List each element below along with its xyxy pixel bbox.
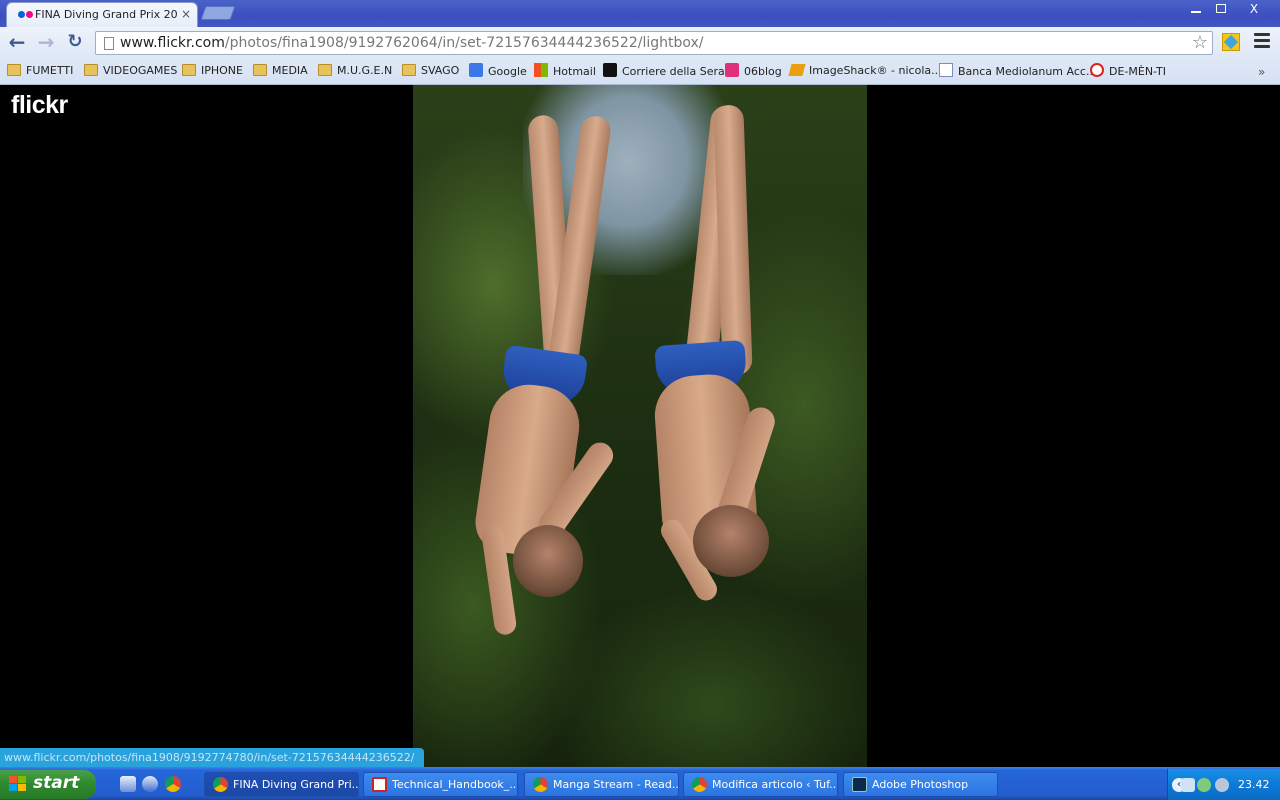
- forbidden-icon: [1090, 63, 1104, 77]
- folder-icon: [402, 64, 416, 76]
- extension-icon[interactable]: [1222, 33, 1240, 51]
- corriere-icon: [603, 63, 617, 77]
- bookmark-mugen[interactable]: M.U.G.E.N: [318, 63, 392, 81]
- menu-icon[interactable]: [1254, 33, 1270, 51]
- tab-active[interactable]: FINA Diving Grand Prix 2013 ×: [6, 2, 198, 27]
- reload-icon[interactable]: ↻: [63, 30, 87, 54]
- taskbar-item-technical-handbook[interactable]: Technical_Handbook_...: [363, 772, 518, 797]
- quicklaunch-chrome-icon[interactable]: [165, 776, 181, 792]
- url-text[interactable]: www.flickr.com/photos/fina1908/919276206…: [120, 35, 704, 51]
- window-restore-button[interactable]: [1209, 0, 1231, 18]
- address-bar[interactable]: www.flickr.com/photos/fina1908/919276206…: [95, 31, 1213, 55]
- folder-icon: [7, 64, 21, 76]
- wireless-icon[interactable]: [1197, 778, 1211, 792]
- browser-title-bar: FINA Diving Grand Prix 2013 × X: [0, 0, 1280, 27]
- bookmark-svago[interactable]: SVAGO: [402, 63, 459, 81]
- bookmarks-overflow-icon[interactable]: »: [1258, 65, 1265, 79]
- forward-arrow-icon[interactable]: →: [34, 30, 58, 54]
- flickr-favicon-icon: [18, 11, 34, 19]
- page-content: flickr: [0, 85, 1280, 767]
- windows-taskbar: start FINA Diving Grand Pri... Technical…: [0, 767, 1280, 800]
- pdf-icon: [372, 777, 387, 792]
- windows-icon: [534, 63, 548, 77]
- bookmark-06blog[interactable]: 06blog: [725, 63, 782, 81]
- new-tab-button[interactable]: [200, 6, 236, 20]
- taskbar-item-photoshop[interactable]: Adobe Photoshop: [843, 772, 998, 797]
- bookmark-hotmail[interactable]: Hotmail: [534, 63, 596, 81]
- taskbar-item-modifica-articolo[interactable]: Modifica articolo ‹ Tuf...: [683, 772, 838, 797]
- system-tray: ‹ 23.42: [1167, 769, 1280, 800]
- bookmark-corriere[interactable]: Corriere della Sera: [603, 63, 725, 81]
- tab-title: FINA Diving Grand Prix 2013: [35, 8, 177, 21]
- browser-toolbar: ← → ↻ www.flickr.com/photos/fina1908/919…: [0, 27, 1280, 58]
- status-url-bubble: www.flickr.com/photos/fina1908/919277478…: [0, 748, 424, 767]
- folder-icon: [318, 64, 332, 76]
- bookmarks-bar: FUMETTI VIDEOGAMES IPHONE MEDIA M.U.G.E.…: [0, 58, 1280, 85]
- chrome-icon: [533, 777, 548, 792]
- bookmark-dementi[interactable]: DE-MÈN-TI: [1090, 63, 1166, 81]
- quicklaunch-ie-icon[interactable]: [142, 776, 158, 792]
- 06blog-icon: [725, 63, 739, 77]
- flickr-logo[interactable]: flickr: [11, 91, 68, 120]
- back-arrow-icon[interactable]: ←: [5, 30, 29, 54]
- imageshack-icon: [788, 64, 806, 76]
- quicklaunch-desktop-icon[interactable]: [120, 776, 136, 792]
- folder-icon: [84, 64, 98, 76]
- mediolanum-icon: [939, 63, 953, 77]
- folder-icon: [182, 64, 196, 76]
- chrome-icon: [213, 777, 228, 792]
- windows-logo-icon: [9, 776, 27, 793]
- tab-close-icon[interactable]: ×: [181, 7, 191, 21]
- page-icon: [104, 37, 114, 50]
- bookmark-mediolanum[interactable]: Banca Mediolanum Acc...: [939, 63, 1096, 81]
- network-icon[interactable]: [1181, 778, 1195, 792]
- window-minimize-button[interactable]: [1185, 0, 1207, 18]
- bookmark-star-icon[interactable]: ☆: [1192, 32, 1208, 53]
- bookmark-google[interactable]: Google: [469, 63, 527, 81]
- window-close-button[interactable]: X: [1233, 0, 1275, 18]
- lightbox-photo[interactable]: [413, 85, 867, 767]
- bookmark-imageshack[interactable]: ImageShack® - nicola...: [788, 63, 942, 81]
- photoshop-icon: [852, 777, 867, 792]
- chrome-icon: [692, 777, 707, 792]
- bookmark-fumetti[interactable]: FUMETTI: [7, 63, 73, 81]
- taskbar-item-manga-stream[interactable]: Manga Stream - Read...: [524, 772, 679, 797]
- start-button[interactable]: start: [0, 770, 96, 799]
- clock[interactable]: 23.42: [1238, 778, 1270, 791]
- bookmark-media[interactable]: MEDIA: [253, 63, 308, 81]
- start-label: start: [33, 773, 80, 793]
- folder-icon: [253, 64, 267, 76]
- taskbar-item-chrome-fina[interactable]: FINA Diving Grand Pri...: [204, 772, 359, 797]
- bookmark-iphone[interactable]: IPHONE: [182, 63, 243, 81]
- bookmark-videogames[interactable]: VIDEOGAMES: [84, 63, 177, 81]
- volume-icon[interactable]: [1215, 778, 1229, 792]
- google-icon: [469, 63, 483, 77]
